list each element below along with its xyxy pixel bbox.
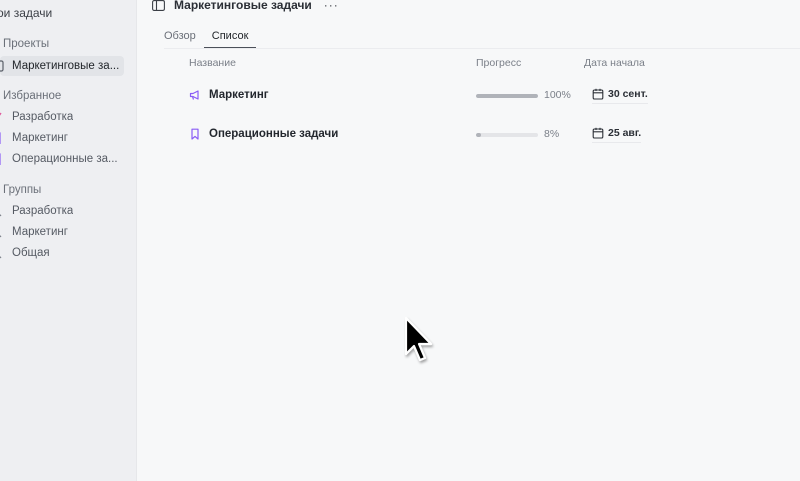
- table-row[interactable]: Маркетинг 100% 30 сент.: [138, 86, 800, 106]
- calendar-icon: [592, 127, 604, 139]
- sidebar-item-label: Разработка: [12, 205, 74, 217]
- pen-icon: [0, 110, 7, 124]
- start-date-cell[interactable]: 30 сент.: [592, 86, 648, 104]
- sidebar-workspace-title[interactable]: ои задачи: [0, 6, 52, 20]
- sidebar-item-label: Разработка: [12, 111, 74, 123]
- board-icon: [0, 59, 7, 73]
- main-panel: Маркетинговые задачи ··· Обзор Список На…: [138, 0, 800, 481]
- progress-percent: 100%: [544, 89, 571, 101]
- sidebar-section-projects[interactable]: Проекты: [3, 38, 49, 50]
- sidebar-item-favorite-marketing[interactable]: Маркетинг: [0, 128, 124, 148]
- sidebar-item-group-marketing[interactable]: Маркетинг: [0, 222, 124, 242]
- tab-overview[interactable]: Обзор: [164, 30, 204, 49]
- sidebar-section-groups[interactable]: Группы: [3, 184, 41, 196]
- progress-bar: [476, 94, 538, 98]
- sidebar-item-label: Маркетинговые за...: [12, 60, 120, 72]
- sidebar-section-favorites[interactable]: Избранное: [3, 90, 61, 102]
- table-row[interactable]: Операционные задачи 8% 25 авг.: [138, 125, 800, 145]
- mouse-cursor-icon: [404, 316, 433, 362]
- progress-bar: [476, 133, 538, 137]
- sidebar-item-marketing-tasks[interactable]: Маркетинговые за...: [0, 56, 124, 76]
- progress-percent: 8%: [544, 128, 560, 140]
- sidebar-item-label: Маркетинг: [12, 226, 68, 238]
- sidebar-item-label: Операционные за...: [12, 153, 118, 165]
- start-date-cell[interactable]: 25 авг.: [592, 125, 642, 143]
- progress-fill: [476, 133, 481, 137]
- bookmark-icon: [0, 152, 7, 166]
- sidebar-item-group-general[interactable]: Общая: [0, 243, 124, 263]
- sidebar-item-favorite-operations[interactable]: Операционные за...: [0, 149, 124, 169]
- group-icon: [0, 225, 7, 239]
- row-name-label: Операционные задачи: [209, 128, 339, 140]
- group-icon: [0, 246, 7, 260]
- column-header-name[interactable]: Название: [189, 57, 236, 69]
- more-options-button[interactable]: ···: [324, 0, 339, 12]
- group-icon: [0, 204, 7, 218]
- sidebar-item-label: Общая: [12, 247, 50, 259]
- sidebar: ои задачи Проекты Маркетинговые за... Из…: [0, 0, 137, 481]
- progress-fill: [476, 94, 538, 98]
- sidebar-item-label: Маркетинг: [12, 132, 68, 144]
- row-name[interactable]: Маркетинг: [188, 88, 269, 102]
- row-name-label: Маркетинг: [209, 89, 269, 101]
- start-date-label: 30 сент.: [608, 88, 648, 100]
- column-header-progress[interactable]: Прогресс: [476, 57, 521, 69]
- row-name[interactable]: Операционные задачи: [188, 127, 338, 141]
- tabs-divider: [164, 48, 800, 49]
- page-header: Маркетинговые задачи ···: [152, 0, 339, 12]
- start-date-label: 25 авг.: [608, 127, 642, 139]
- calendar-icon: [592, 88, 604, 100]
- column-header-start-date[interactable]: Дата начала: [584, 57, 645, 69]
- megaphone-icon: [188, 88, 202, 102]
- bookmark-icon: [0, 131, 7, 145]
- board-icon: [152, 0, 165, 11]
- sidebar-item-favorite-development[interactable]: Разработка: [0, 107, 124, 127]
- bookmark-icon: [188, 127, 202, 141]
- tab-list[interactable]: Список: [203, 30, 257, 49]
- page-title: Маркетинговые задачи: [174, 0, 312, 12]
- sidebar-item-group-development[interactable]: Разработка: [0, 201, 124, 221]
- view-tabs: Обзор Список: [164, 30, 264, 49]
